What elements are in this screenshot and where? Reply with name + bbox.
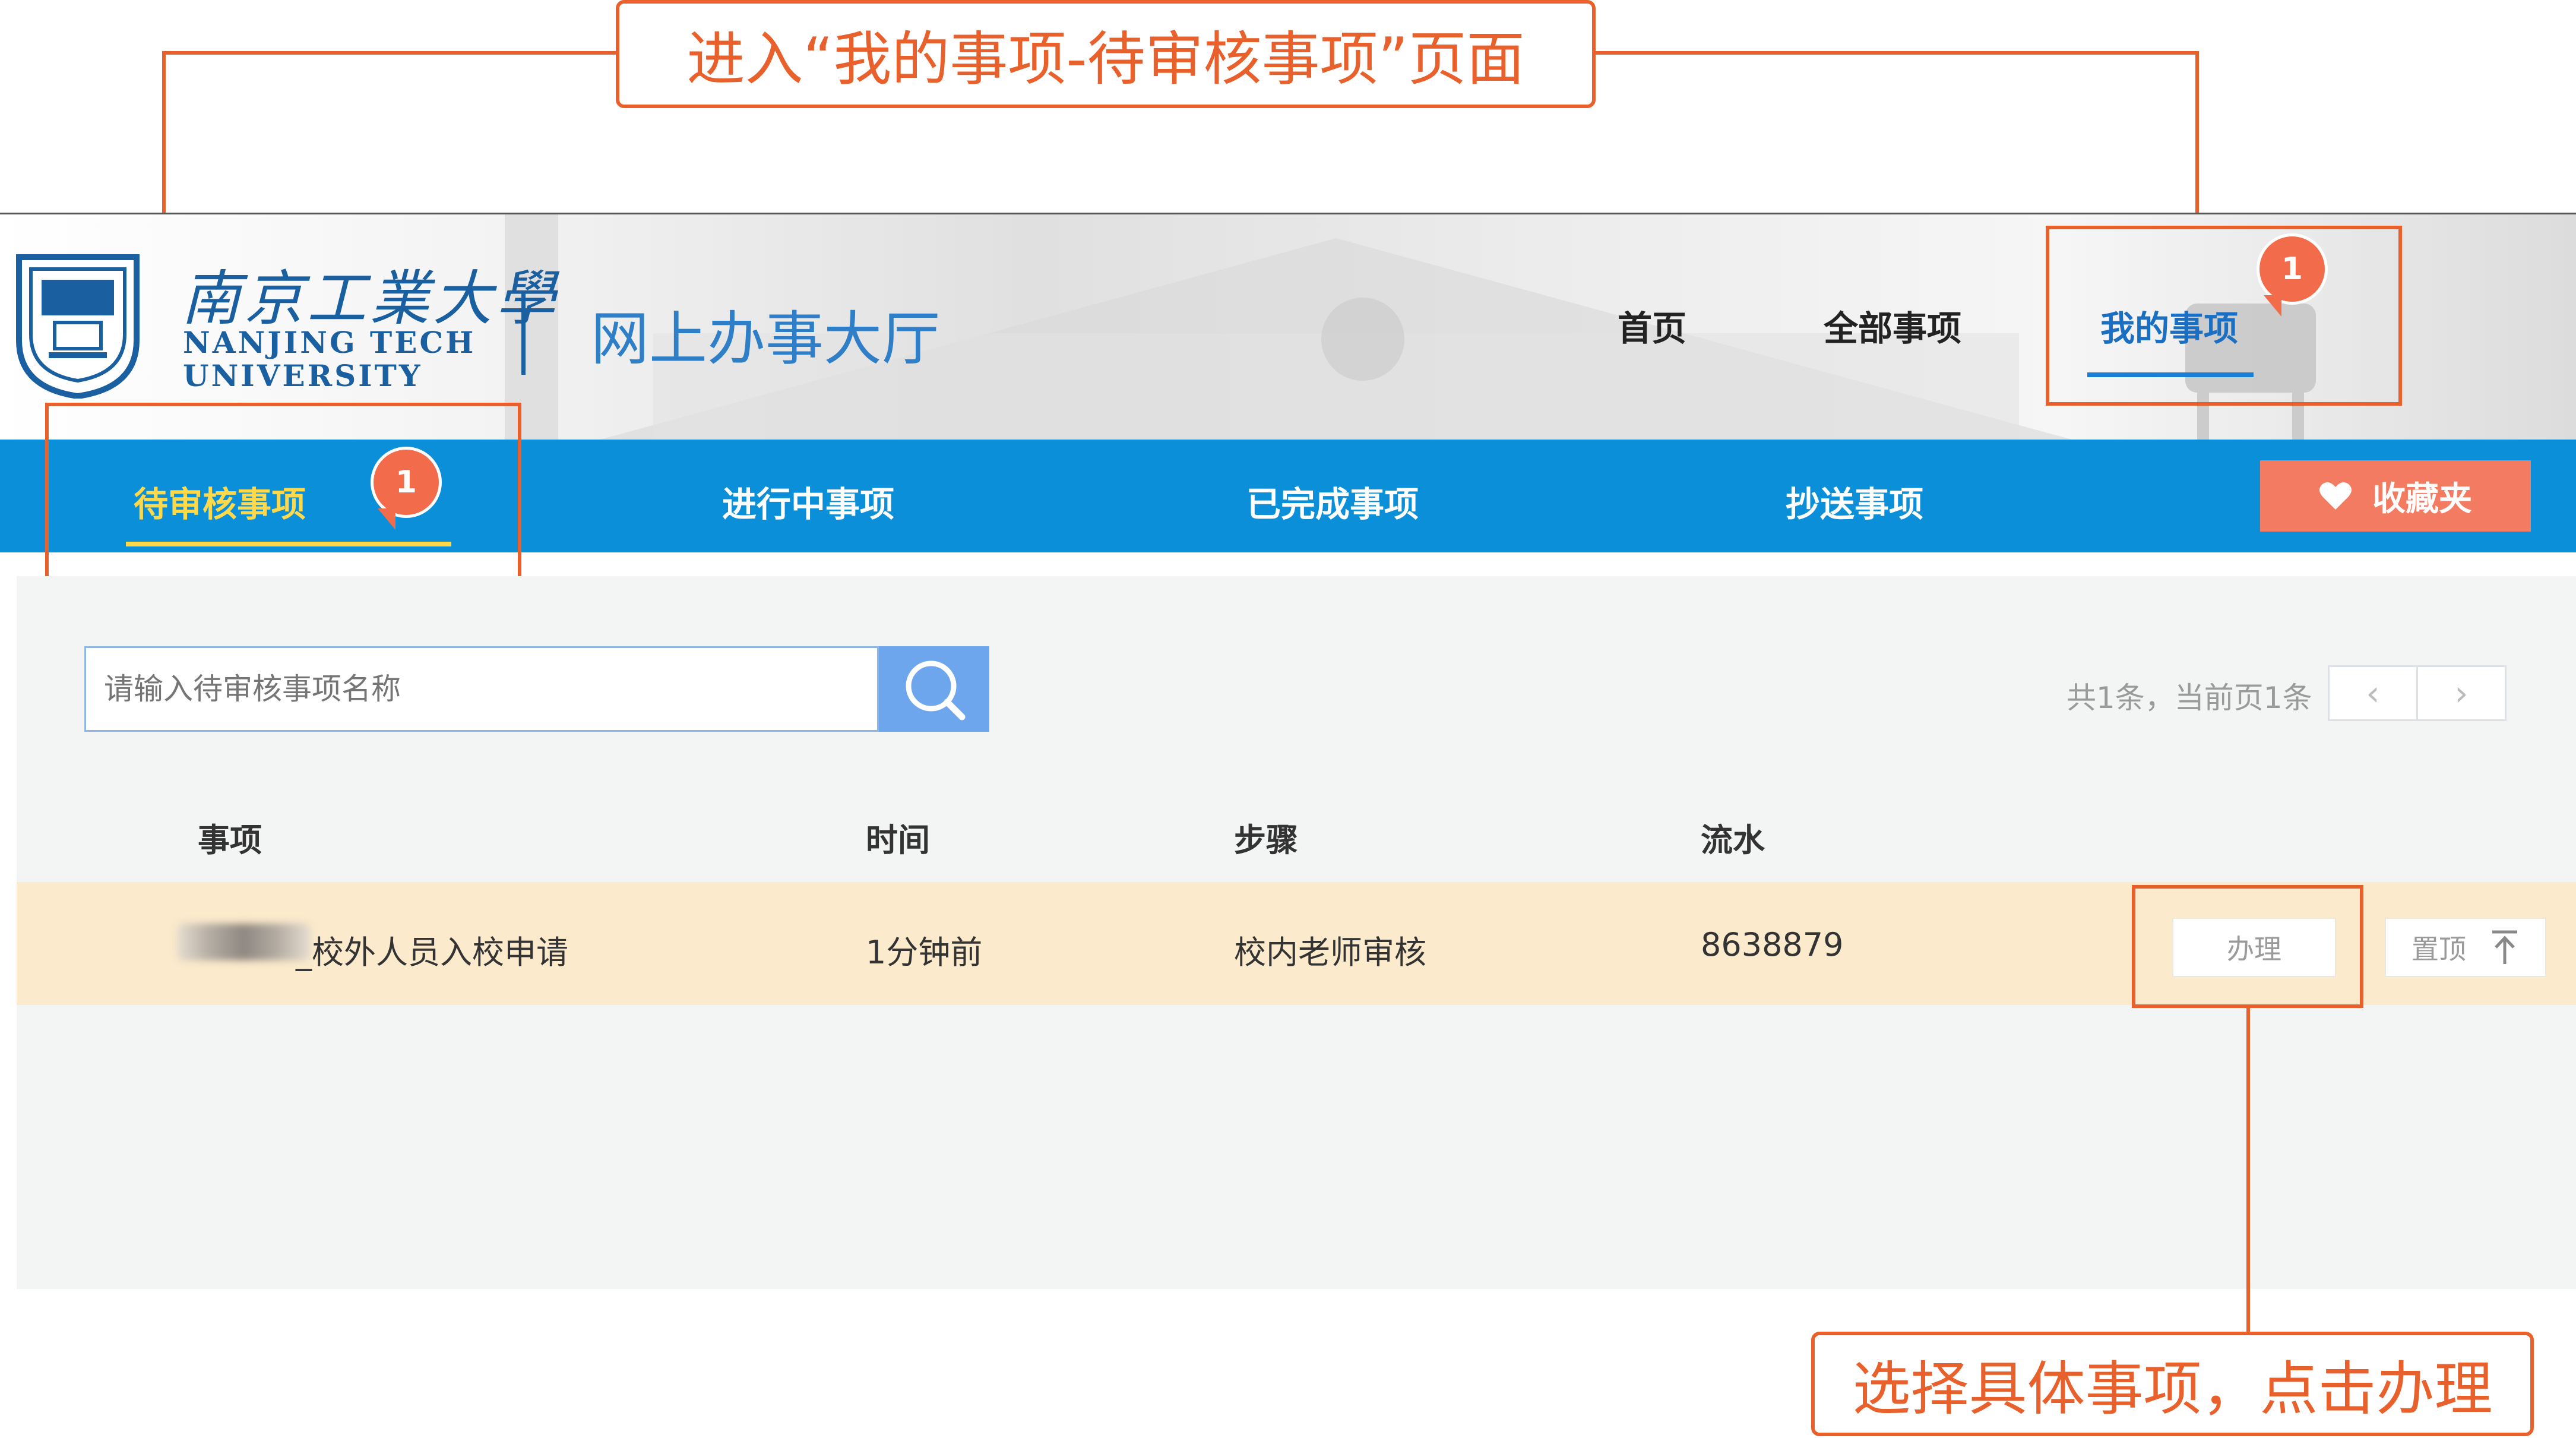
- annotation-line: [1596, 51, 2199, 55]
- pagination-info: 共1条，当前页1条: [2067, 681, 2312, 715]
- search-icon: [906, 660, 966, 720]
- search-input[interactable]: [84, 646, 879, 732]
- favorites-button[interactable]: 收藏夹: [2260, 460, 2531, 532]
- annotation-line: [2246, 1008, 2250, 1332]
- pin-top-icon: [2492, 930, 2517, 964]
- logo-en-line2: UNIVERSITY: [183, 358, 423, 393]
- university-logo-english: NANJING TECH UNIVERSITY: [183, 326, 476, 393]
- cell-item: _校外人员入校申请: [296, 934, 568, 971]
- tab-in-progress[interactable]: 进行中事项: [722, 476, 894, 526]
- university-logo-chinese: 南京工業大學: [181, 264, 559, 333]
- highlight-my-items: [2046, 226, 2402, 406]
- university-emblem-icon: [16, 254, 140, 399]
- chevron-left-icon: ‹: [2366, 673, 2380, 713]
- annotation-line: [2195, 51, 2199, 229]
- pin-to-top-label: 置顶: [2412, 933, 2466, 965]
- prev-page-button[interactable]: ‹: [2328, 665, 2418, 721]
- highlight-pending-tab: [45, 403, 521, 593]
- cell-time: 1分钟前: [866, 934, 983, 971]
- annotation-top-text: 进入“我的事项-待审核事项”页面: [686, 26, 1525, 93]
- redacted-name: [177, 924, 311, 960]
- cell-serial: 8638879: [1701, 926, 1844, 963]
- chevron-right-icon: ›: [2454, 673, 2469, 713]
- next-page-button[interactable]: ›: [2416, 665, 2507, 721]
- annotation-bottom-text: 选择具体事项，点击办理: [1852, 1355, 2493, 1423]
- highlight-handle-button: [2132, 885, 2363, 1008]
- annotation-bottom-callout: 选择具体事项，点击办理: [1811, 1332, 2534, 1436]
- pin-to-top-button[interactable]: 置顶: [2385, 918, 2546, 977]
- annotation-line: [162, 51, 616, 55]
- heart-icon: [2319, 482, 2352, 510]
- column-header-item: 事项: [198, 821, 262, 859]
- hall-title: 网上办事大厅: [591, 305, 941, 373]
- column-header-serial: 流水: [1701, 821, 1765, 859]
- column-header-time: 时间: [866, 821, 930, 859]
- nav-all-items[interactable]: 全部事项: [1824, 301, 1961, 350]
- logo-en-line1: NANJING TECH: [183, 325, 476, 360]
- tab-cc-items[interactable]: 抄送事项: [1786, 476, 1923, 526]
- cell-step: 校内老师审核: [1234, 934, 1426, 971]
- nav-home[interactable]: 首页: [1618, 301, 1686, 350]
- column-header-step: 步骤: [1234, 821, 1298, 859]
- favorites-label: 收藏夹: [2372, 479, 2472, 519]
- logo-separator: [521, 292, 526, 375]
- annotation-top-callout: 进入“我的事项-待审核事项”页面: [616, 0, 1596, 108]
- search-button[interactable]: [879, 646, 989, 732]
- tab-completed[interactable]: 已完成事项: [1246, 476, 1419, 526]
